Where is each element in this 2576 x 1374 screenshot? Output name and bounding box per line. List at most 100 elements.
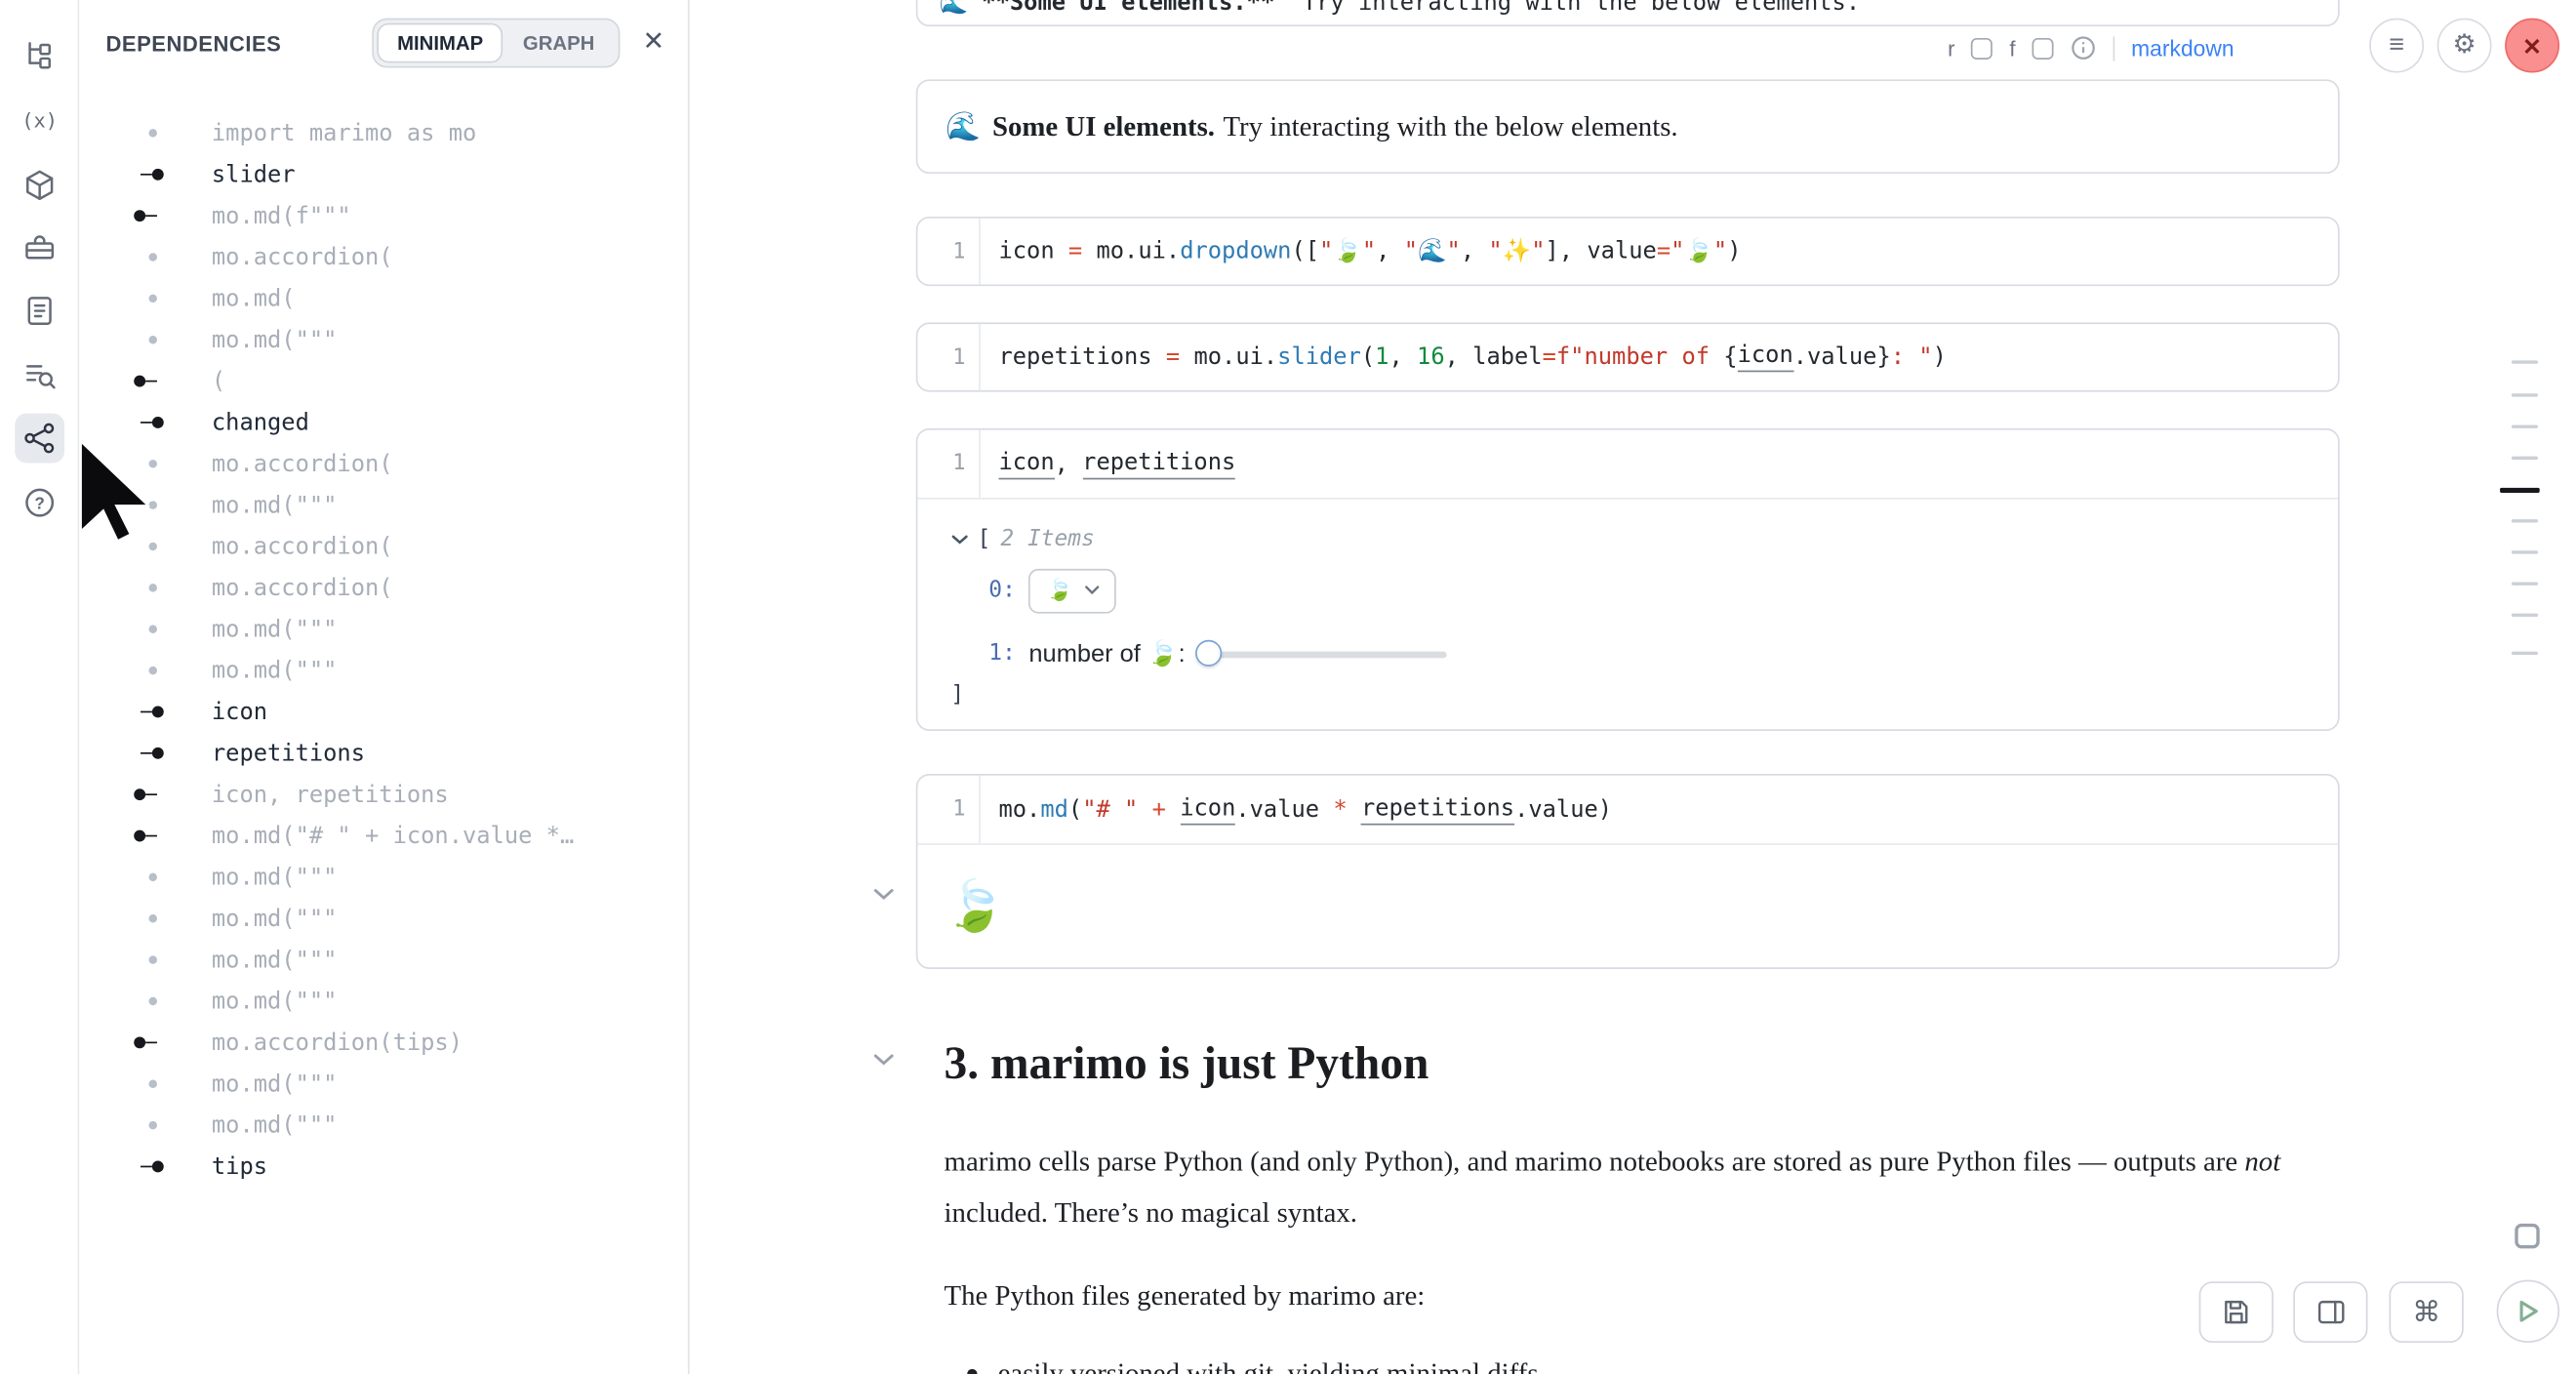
cell-dot-icon [141, 1118, 167, 1132]
layout-button[interactable] [2293, 1281, 2367, 1343]
r-checkbox[interactable] [1971, 37, 1992, 59]
tab-graph[interactable]: GRAPH [503, 23, 615, 63]
code-cell-editor[interactable]: 1 mo.md("# " + icon.value * repetitions.… [917, 776, 2338, 845]
minimap-item[interactable]: mo.md( [79, 278, 688, 319]
menu-icon: ≡ [2389, 32, 2404, 59]
close-panel-button[interactable]: ✕ [642, 30, 664, 57]
scroll-minimap-line[interactable] [2512, 424, 2538, 427]
expand-output-button[interactable] [2498, 1207, 2555, 1264]
notebook-menu-button[interactable]: ≡ [2369, 19, 2424, 73]
scroll-minimap-line[interactable] [2512, 519, 2538, 522]
wave-emoji: 🌊 [946, 110, 981, 143]
f-checkbox[interactable] [2032, 37, 2053, 59]
cutoff-markdown-editor[interactable]: 🌊 **Some UI elements.** Try interacting … [916, 0, 2340, 26]
packages-button[interactable] [15, 160, 64, 210]
minimap-item-label: mo.md( [212, 285, 296, 311]
minimap-item-label: tips [212, 1153, 267, 1180]
file-tree-button[interactable] [15, 31, 64, 81]
view-toggle: MINIMAP GRAPH [373, 19, 620, 68]
minimap-item[interactable]: mo.md(""" [79, 939, 688, 980]
save-button[interactable] [2199, 1281, 2274, 1343]
scroll-minimap-line[interactable] [2512, 393, 2538, 396]
collapse-cell-icon[interactable] [873, 1053, 895, 1067]
scroll-minimap-line[interactable] [2512, 360, 2538, 363]
minimap-item[interactable]: mo.md(""" [79, 319, 688, 360]
node-connector-icon [141, 375, 167, 388]
node-connector-icon [141, 1160, 167, 1174]
repetitions-slider[interactable] [1195, 638, 1447, 668]
minimap-item[interactable]: mo.md("# " + icon.value *… [79, 815, 688, 856]
minimap-item[interactable]: mo.md(""" [79, 857, 688, 898]
minimap-item[interactable]: mo.md(f""" [79, 195, 688, 236]
gear-icon: ⚙ [2452, 32, 2475, 59]
minimap-item[interactable]: icon [79, 691, 688, 732]
info-icon[interactable] [2070, 35, 2096, 61]
minimap-item[interactable]: tips [79, 1146, 688, 1187]
slider-knob[interactable] [1195, 639, 1222, 666]
code-cell-slider[interactable]: 1 repetitions = mo.ui.slider(1, 16, labe… [916, 322, 2340, 391]
minimap-item[interactable]: mo.md(""" [79, 1105, 688, 1146]
minimap-item-label: mo.accordion(tips) [212, 1030, 463, 1056]
paragraph-text: marimo cells parse Python (and only Pyth… [945, 1146, 2245, 1177]
toolbox-button[interactable] [15, 223, 64, 273]
markdown-paragraph: marimo cells parse Python (and only Pyth… [945, 1136, 2284, 1238]
minimap-item[interactable]: icon, repetitions [79, 774, 688, 815]
minimap-list: import marimo as moslider mo.md(f""" mo.ac… [79, 112, 688, 1187]
tree-header-row: [ 2 Items [950, 519, 2338, 559]
minimap-item[interactable]: mo.md(""" [79, 609, 688, 650]
minimap-item-label: mo.md(""" [212, 658, 338, 684]
scroll-minimap-line[interactable] [2512, 550, 2538, 553]
leaf-emoji: 🍃 [945, 878, 1006, 936]
dependency-graph-button[interactable] [15, 414, 64, 464]
minimap-item[interactable]: mo.md(""" [79, 1064, 688, 1105]
snippets-button[interactable] [15, 350, 64, 400]
minimap-item-label: repetitions [212, 740, 365, 766]
tab-minimap[interactable]: MINIMAP [378, 23, 503, 63]
minimap-item[interactable]: ( [79, 360, 688, 401]
markdown-paragraph: The Python files generated by marimo are… [945, 1270, 2284, 1321]
square-icon [2514, 1223, 2538, 1247]
code-cell-dropdown[interactable]: 1 icon = mo.ui.dropdown(["🍃", "🌊", "✨"],… [916, 217, 2340, 286]
minimap-item[interactable]: mo.md(""" [79, 981, 688, 1022]
toolbox-icon [21, 230, 58, 266]
minimap-item-label: mo.md("# " + icon.value *… [212, 823, 574, 849]
scroll-minimap-active-line[interactable] [2500, 488, 2540, 492]
bullet-item: easily versioned with git, yielding mini… [967, 1351, 1538, 1374]
minimap-item[interactable]: slider [79, 154, 688, 195]
minimap-item[interactable]: mo.accordion( [79, 236, 688, 277]
help-button[interactable]: ? [15, 478, 64, 528]
slider-track[interactable] [1208, 651, 1446, 658]
code-cell-editor[interactable]: 1 icon, repetitions [917, 430, 2338, 500]
scroll-minimap-line[interactable] [2512, 582, 2538, 585]
variables-button[interactable]: (x) [15, 96, 64, 145]
minimap-item-label: icon [212, 699, 267, 725]
tree-footer-row: ] [950, 678, 2338, 711]
minimap-item[interactable]: repetitions [79, 733, 688, 774]
banner-rest-text: Try interacting with the below elements. [1223, 110, 1677, 143]
markdown-mode-label[interactable]: markdown [2131, 35, 2234, 60]
minimap-item-label: mo.md(""" [212, 864, 338, 890]
scroll-minimap-line[interactable] [2512, 457, 2538, 460]
icon-dropdown[interactable]: 🍃 [1028, 568, 1116, 613]
line-number-gutter: 1 [917, 430, 979, 498]
minimap-item[interactable]: changed [79, 402, 688, 443]
tree-key-0: 0: [988, 577, 1016, 603]
run-cell-button[interactable] [2497, 1280, 2559, 1343]
minimap-item[interactable]: mo.accordion( [79, 567, 688, 608]
minimap-item-label: mo.md(f""" [212, 203, 351, 229]
collapse-cell-icon[interactable] [873, 888, 895, 902]
collapse-tree-icon[interactable] [950, 533, 969, 545]
node-connector-icon [141, 747, 167, 760]
open-bracket: [ [977, 526, 990, 552]
node-connector-icon [141, 788, 167, 801]
minimap-item[interactable]: mo.md(""" [79, 650, 688, 691]
documentation-button[interactable] [15, 286, 64, 336]
minimap-item[interactable]: mo.md(""" [79, 898, 688, 939]
scroll-minimap-line[interactable] [2512, 614, 2538, 617]
scroll-minimap-line[interactable] [2512, 652, 2538, 655]
keyboard-shortcuts-button[interactable]: ⌘ [2390, 1281, 2464, 1343]
minimap-item[interactable]: import marimo as mo [79, 112, 688, 153]
minimap-item[interactable]: mo.accordion(tips) [79, 1022, 688, 1063]
panel-header: DEPENDENCIES MINIMAP GRAPH ✕ [79, 0, 688, 86]
cell-icon-repetitions: 1 icon, repetitions [ 2 Items 0: 🍃 1: nu… [916, 428, 2340, 731]
